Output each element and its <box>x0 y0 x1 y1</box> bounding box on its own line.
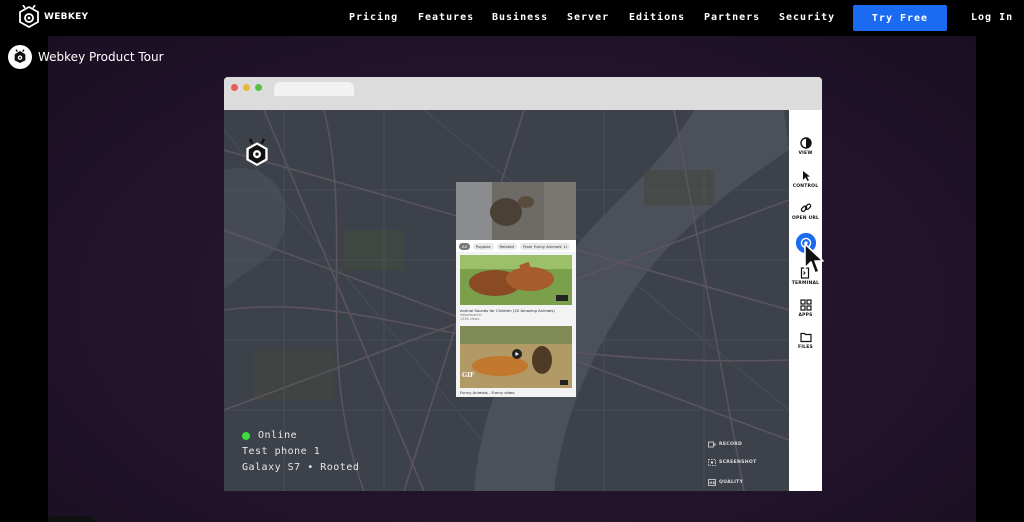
record-icon <box>708 441 716 448</box>
nav-link-editions[interactable]: Editions <box>629 12 685 23</box>
record-button[interactable]: RECORD <box>708 441 742 448</box>
browser-window-mockup: All Puppies Related From Funny Animals' … <box>224 77 822 491</box>
screenshot-icon <box>708 459 716 466</box>
tool-open-url[interactable]: OPEN URL <box>789 202 822 221</box>
tool-view[interactable]: VIEW <box>789 137 822 156</box>
mouse-cursor-icon <box>804 243 824 274</box>
webkey-logo-icon <box>19 5 39 29</box>
webkey-logo-icon <box>246 138 268 166</box>
quality-icon: HD <box>708 479 716 486</box>
webkey-logo-icon <box>14 49 26 63</box>
phone-screen[interactable]: All Puppies Related From Funny Animals' … <box>456 182 576 397</box>
tool-files[interactable]: FILES <box>789 331 822 350</box>
video-progress-pill[interactable] <box>48 516 94 522</box>
status-label: Online <box>258 430 298 441</box>
nav-link-features[interactable]: Features <box>418 12 474 23</box>
browser-chrome <box>224 77 822 110</box>
log-in-link[interactable]: Log In <box>971 12 1013 23</box>
brand-logo[interactable]: WEBKEY <box>18 5 88 29</box>
horses-thumbnail[interactable] <box>460 255 572 305</box>
remote-device-viewport[interactable]: All Puppies Related From Funny Animals' … <box>224 110 789 491</box>
chip-related[interactable]: Related <box>496 242 517 250</box>
online-indicator <box>242 432 250 440</box>
animals-thumbnail[interactable] <box>460 326 572 388</box>
gif-badge: GIF <box>462 372 475 379</box>
channel-avatar[interactable] <box>8 45 32 69</box>
video2-title[interactable]: Funny Animals - Funny video <box>460 390 515 395</box>
link-icon <box>800 203 811 212</box>
nav-link-business[interactable]: Business <box>492 12 548 23</box>
nav-link-security[interactable]: Security <box>779 12 835 23</box>
chip-puppies[interactable]: Puppies <box>472 242 494 250</box>
top-navigation: WEBKEY Pricing Features Business Server … <box>0 0 1024 36</box>
tool-sidebar: VIEW CONTROL OPEN URL S TERMINAL APPS FI… <box>789 110 822 491</box>
brand-name: WEBKEY <box>44 12 89 22</box>
eye-icon <box>799 137 812 149</box>
screenshot-button[interactable]: SCREENSHOT <box>708 459 757 466</box>
video-player-thumbnail[interactable] <box>456 182 576 240</box>
video-title[interactable]: Webkey Product Tour <box>38 50 164 64</box>
chip-from-channel[interactable]: From Funny Animals' Li <box>519 242 570 250</box>
apps-grid-icon <box>799 299 812 311</box>
browser-tab <box>274 82 354 96</box>
folder-icon <box>799 332 812 343</box>
filter-chips: All Puppies Related From Funny Animals' … <box>456 240 576 252</box>
animal-photo <box>456 182 576 240</box>
tool-control[interactable]: CONTROL <box>789 170 822 189</box>
device-status: Online Test phone 1 Galaxy S7 • Rooted <box>242 428 359 476</box>
chip-all[interactable]: All <box>459 242 470 250</box>
window-close-dot <box>231 84 238 91</box>
svg-text:HD: HD <box>710 481 716 485</box>
try-free-button[interactable]: Try Free <box>853 5 947 31</box>
cursor-icon <box>802 171 810 181</box>
nav-link-partners[interactable]: Partners <box>704 12 760 23</box>
device-name: Test phone 1 <box>242 446 321 457</box>
quality-button[interactable]: HD QUALITY <box>708 479 743 486</box>
nav-link-server[interactable]: Server <box>567 12 609 23</box>
window-minimize-dot <box>243 84 250 91</box>
device-model: Galaxy S7 • Rooted <box>242 462 360 473</box>
video1-views: 125K views <box>460 317 480 321</box>
window-maximize-dot <box>255 84 262 91</box>
tool-apps[interactable]: APPS <box>789 299 822 318</box>
nav-link-pricing[interactable]: Pricing <box>349 12 398 23</box>
